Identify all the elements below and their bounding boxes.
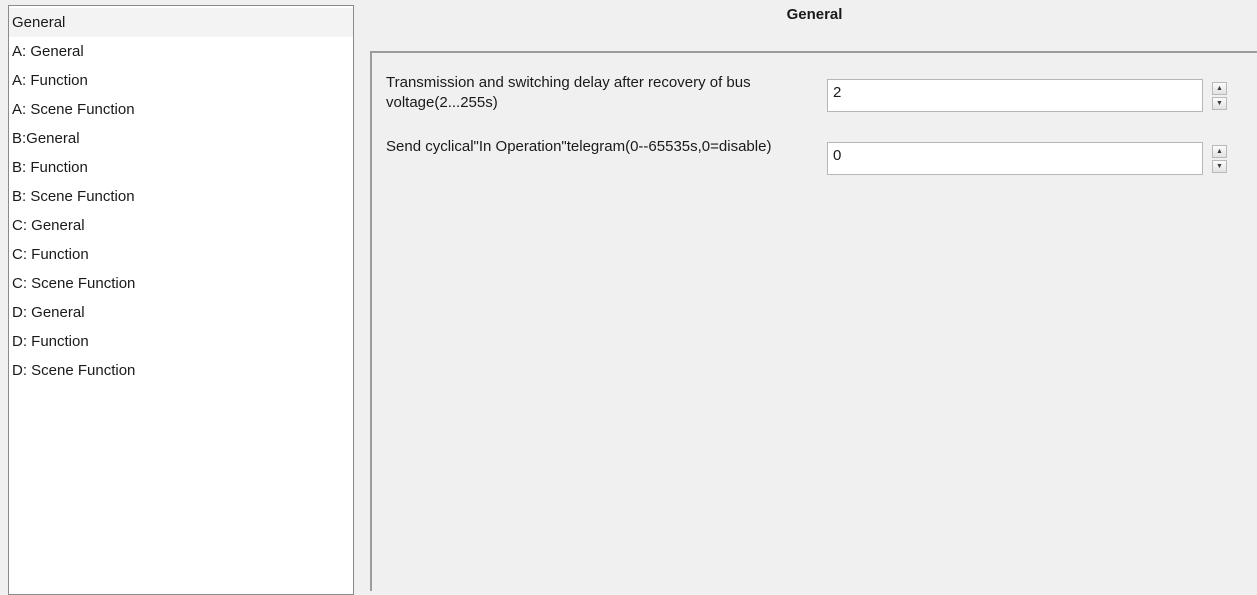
sidebar-item-c-scene-function[interactable]: C: Scene Function xyxy=(9,269,353,298)
sidebar-item-a-scene-function[interactable]: A: Scene Function xyxy=(9,95,353,124)
sidebar-item-a-general[interactable]: A: General xyxy=(9,37,353,66)
cyclical-telegram-label: Send cyclical"In Operation"telegram(0--6… xyxy=(386,138,772,155)
sidebar-item-b-scene-function[interactable]: B: Scene Function xyxy=(9,182,353,211)
parameter-panel: Transmission and switching delay after r… xyxy=(370,51,1257,591)
sidebar-item-b-general[interactable]: B:General xyxy=(9,124,353,153)
sidebar-item-c-function[interactable]: C: Function xyxy=(9,240,353,269)
bus-recovery-delay-input[interactable]: 2 xyxy=(827,79,1203,112)
cyclical-telegram-input[interactable]: 0 xyxy=(827,142,1203,175)
spin-up-icon[interactable]: ▲ xyxy=(1212,82,1227,95)
sidebar-item-b-function[interactable]: B: Function xyxy=(9,153,353,182)
sidebar-item-c-general[interactable]: C: General xyxy=(9,211,353,240)
sidebar-item-d-scene-function[interactable]: D: Scene Function xyxy=(9,356,353,385)
sidebar-item-d-general[interactable]: D: General xyxy=(9,298,353,327)
sidebar-item-a-function[interactable]: A: Function xyxy=(9,66,353,95)
spin-down-icon[interactable]: ▼ xyxy=(1212,160,1227,173)
spin-up-icon[interactable]: ▲ xyxy=(1212,145,1227,158)
spin-down-icon[interactable]: ▼ xyxy=(1212,97,1227,110)
parameter-tree: General A: General A: Function A: Scene … xyxy=(8,5,354,595)
page-title: General xyxy=(786,6,843,23)
sidebar-item-d-function[interactable]: D: Function xyxy=(9,327,353,356)
bus-recovery-delay-label: Transmission and switching delay after r… xyxy=(386,74,751,111)
cyclical-telegram-spinner: ▲ ▼ xyxy=(1212,145,1227,175)
bus-recovery-delay-spinner: ▲ ▼ xyxy=(1212,82,1227,112)
sidebar-item-general[interactable]: General xyxy=(9,8,353,37)
